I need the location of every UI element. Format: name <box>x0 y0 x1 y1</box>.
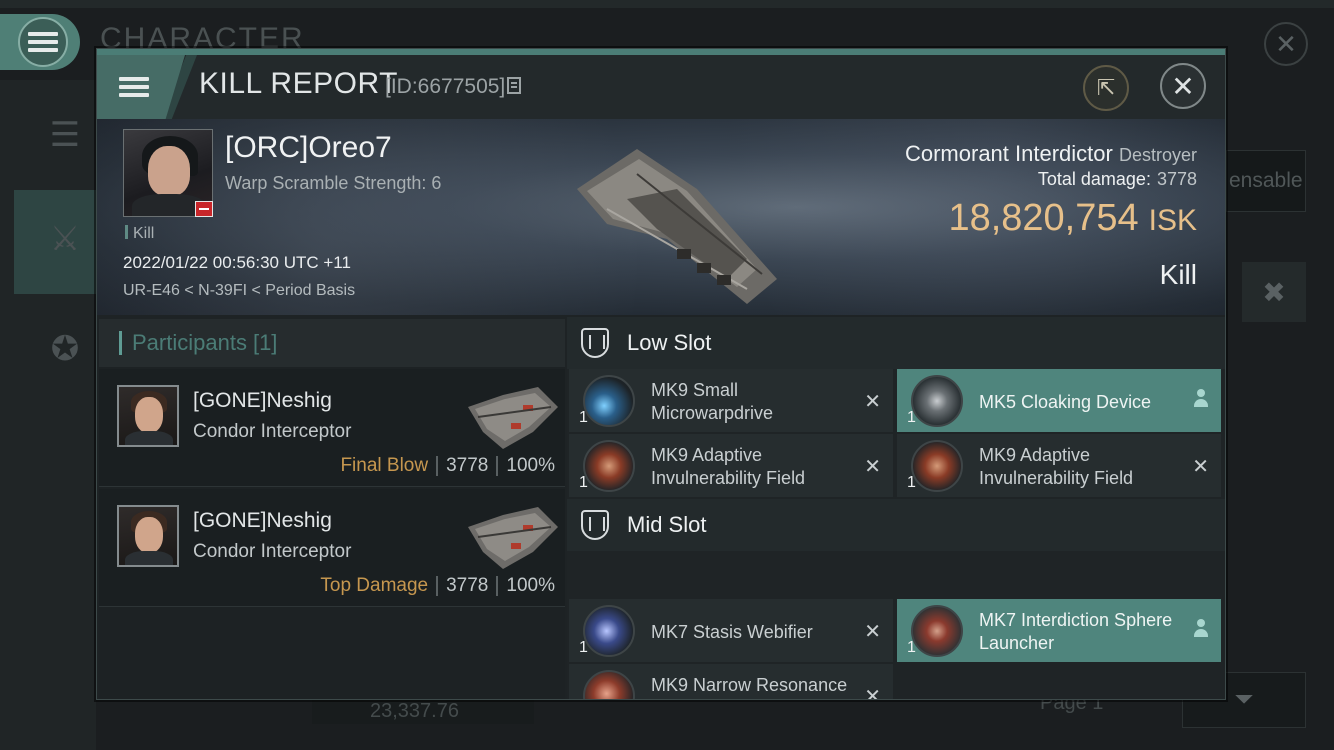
victim-banner: [ORC]Oreo7 Warp Scramble Strength: 6 Kil… <box>97 119 1225 315</box>
participant-avatar[interactable] <box>117 385 179 447</box>
total-damage: Total damage: 3778 <box>1037 169 1197 189</box>
module-qty: 1 <box>907 474 916 491</box>
module-item[interactable]: 1 MK7 Stasis Webifier ✕ <box>569 599 893 662</box>
module-item[interactable]: 1 MK5 Cloaking Device <box>897 369 1221 432</box>
participant-name: [GONE]Neshig <box>193 509 332 532</box>
menu-icon <box>119 73 149 101</box>
participant-stats: Final Blow 3778 100% <box>340 455 555 476</box>
participant-name: [GONE]Neshig <box>193 389 332 412</box>
participant-avatar[interactable] <box>117 505 179 567</box>
crossed-swords-icon[interactable]: ⚔ <box>34 208 96 270</box>
dropped-icon <box>1193 389 1209 409</box>
victim-name[interactable]: [ORC]Oreo7 <box>225 131 392 165</box>
interceptor-ship-image <box>468 507 558 569</box>
isk-value: 18,820,754 ISK <box>948 197 1197 239</box>
participant-stats: Top Damage 3778 100% <box>320 575 555 596</box>
kill-report-window: KILL REPORT [ID:6677505] ⇱ ✕ [ORC]Oreo7 … <box>96 48 1226 700</box>
star-badge-icon[interactable]: ✪ <box>34 318 96 380</box>
cloaking-device-icon <box>911 375 963 427</box>
participant-row[interactable]: [GONE]Neshig Condor Interceptor Final Bl… <box>99 369 565 487</box>
window-title: KILL REPORT <box>199 67 398 100</box>
victim-subtitle: Warp Scramble Strength: 6 <box>225 173 442 193</box>
dropped-icon <box>1193 619 1209 639</box>
background-balance: 23,337.76 <box>312 700 534 724</box>
victim-ship[interactable]: Cormorant Interdictor Destroyer <box>905 141 1197 167</box>
module-name: MK7 Interdiction Sphere Launcher <box>979 610 1173 653</box>
destroyer-ship-image[interactable] <box>547 129 787 309</box>
mid-slot-header: Mid Slot <box>567 499 1225 551</box>
destroyed-icon: ✕ <box>1192 456 1209 478</box>
kill-location[interactable]: UR-E46 < N-39FI < Period Basis <box>123 282 355 300</box>
menu-icon <box>28 28 58 56</box>
tools-icon[interactable]: ✖ <box>1242 262 1306 322</box>
shield-module-icon <box>911 440 963 492</box>
module-name: MK5 Cloaking Device <box>979 392 1152 412</box>
top-bar <box>0 0 1334 8</box>
module-qty: 1 <box>907 639 916 656</box>
list-icon[interactable]: ☰ <box>34 104 96 166</box>
result-label: Kill <box>1159 259 1197 290</box>
interceptor-ship-image <box>468 387 558 449</box>
module-item[interactable]: 1 MK7 Interdiction Sphere Launcher <box>897 599 1221 662</box>
module-qty: 1 <box>579 409 588 426</box>
main-menu-button[interactable] <box>0 14 80 70</box>
module-name: MK7 Stasis Webifier <box>651 622 813 642</box>
module-qty: 1 <box>579 474 588 491</box>
background-dropdown[interactable]: ensable <box>1226 150 1306 212</box>
standing-flag-icon <box>195 201 213 217</box>
fitting-panel: Low Slot 1 MK9 Small Microwarpdrive ✕ 1 … <box>567 317 1225 700</box>
destroyed-icon: ✕ <box>864 621 881 643</box>
low-slot-header: Low Slot <box>567 317 1225 369</box>
module-qty: 1 <box>579 639 588 656</box>
kill-datetime: 2022/01/22 00:56:30 UTC +11 <box>123 253 351 272</box>
slot-shield-icon <box>581 510 609 540</box>
module-item[interactable]: 1 MK9 Small Microwarpdrive ✕ <box>569 369 893 432</box>
participants-header: Participants [1] <box>99 319 565 367</box>
module-item[interactable]: 1 MK9 Adaptive Invulnerability Field ✕ <box>897 434 1221 497</box>
participant-row[interactable]: [GONE]Neshig Condor Interceptor Top Dama… <box>99 489 565 607</box>
module-name: MK9 Adaptive Invulnerability Field <box>979 445 1134 488</box>
module-name: MK9 Narrow Resonance Scanner <box>651 675 848 699</box>
background-sidebar <box>0 80 96 750</box>
destroyed-icon: ✕ <box>864 456 881 478</box>
participant-ship: Condor Interceptor <box>193 421 352 442</box>
participants-panel: Participants [1] [GONE]Neshig Condor Inte… <box>99 319 565 699</box>
module-qty: 1 <box>907 409 916 426</box>
kill-tag: Kill <box>125 225 154 243</box>
copy-icon[interactable] <box>507 77 522 94</box>
close-icon[interactable]: ✕ <box>1160 63 1206 109</box>
slot-shield-icon <box>581 328 609 358</box>
module-name: MK9 Small Microwarpdrive <box>651 380 774 423</box>
launcher-icon <box>911 605 963 657</box>
module-name: MK9 Adaptive Invulnerability Field <box>651 445 806 488</box>
destroyed-icon: ✕ <box>864 686 881 700</box>
destroyed-icon: ✕ <box>864 391 881 413</box>
module-item[interactable]: 1 MK9 Narrow Resonance Scanner ✕ <box>569 664 893 700</box>
participant-ship: Condor Interceptor <box>193 541 352 562</box>
shield-module-icon <box>583 440 635 492</box>
webifier-icon <box>583 605 635 657</box>
report-id[interactable]: [ID:6677505] <box>385 75 522 99</box>
module-item[interactable]: 1 MK9 Adaptive Invulnerability Field ✕ <box>569 434 893 497</box>
scanner-icon <box>583 670 635 699</box>
background-close-icon[interactable]: ✕ <box>1264 22 1308 66</box>
microwarpdrive-icon <box>583 375 635 427</box>
share-icon[interactable]: ⇱ <box>1083 65 1129 111</box>
